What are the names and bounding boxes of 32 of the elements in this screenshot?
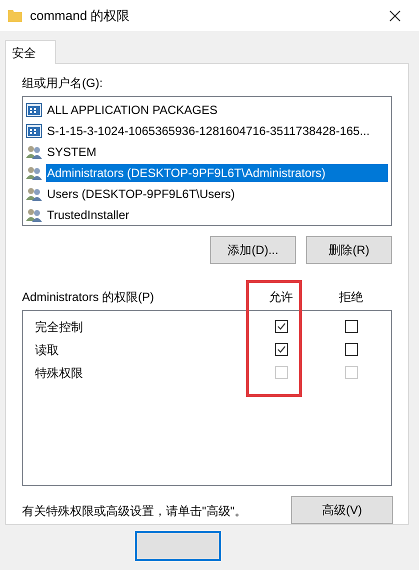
users-icon xyxy=(26,144,42,158)
permission-name: 特殊权限 xyxy=(34,364,84,382)
users-icon xyxy=(26,208,42,222)
user-list-item[interactable]: ALL APPLICATION PACKAGES xyxy=(46,100,388,118)
checkbox[interactable] xyxy=(274,320,288,334)
ok-button[interactable] xyxy=(135,531,221,561)
folder-icon xyxy=(8,9,22,22)
checkbox[interactable] xyxy=(344,320,358,334)
permission-name: 完全控制 xyxy=(34,318,84,336)
user-list-item[interactable]: SYSTEM xyxy=(46,142,388,160)
permission-name: 读取 xyxy=(34,342,60,359)
app-package-icon xyxy=(26,124,42,138)
tab[interactable]: 安全 xyxy=(5,40,56,64)
users-icon xyxy=(26,186,42,200)
group-label: 组或用户名(G): xyxy=(22,75,104,92)
advanced-note: 有关特殊权限或高级设置，请单击"高级"。 xyxy=(22,503,247,520)
user-button[interactable]: 删除(R) xyxy=(306,236,392,264)
user-list-item[interactable]: S-1-15-3-1024-1065365936-1281604716-3511738428-165... xyxy=(46,122,388,140)
users-icon xyxy=(26,166,42,180)
permissions-label: Administrators 的权限(P) xyxy=(22,289,156,306)
column-header: 允许 xyxy=(268,289,294,306)
user-button[interactable]: 添加(D)... xyxy=(210,236,296,264)
app-package-icon xyxy=(26,102,42,116)
advanced-button[interactable]: 高级(V) xyxy=(291,496,393,524)
user-list-item[interactable]: TrustedInstaller xyxy=(46,206,388,224)
checkbox[interactable] xyxy=(274,343,288,356)
user-list-item[interactable]: Administrators (DESKTOP-9PF9L6T\Administrators) xyxy=(46,164,388,182)
checkbox[interactable] xyxy=(344,343,358,356)
column-header: 拒绝 xyxy=(338,289,364,306)
close-icon xyxy=(389,10,401,22)
window-title: command 的权限 xyxy=(30,6,130,25)
user-list-item[interactable]: Users (DESKTOP-9PF9L6T\Users) xyxy=(46,184,388,202)
